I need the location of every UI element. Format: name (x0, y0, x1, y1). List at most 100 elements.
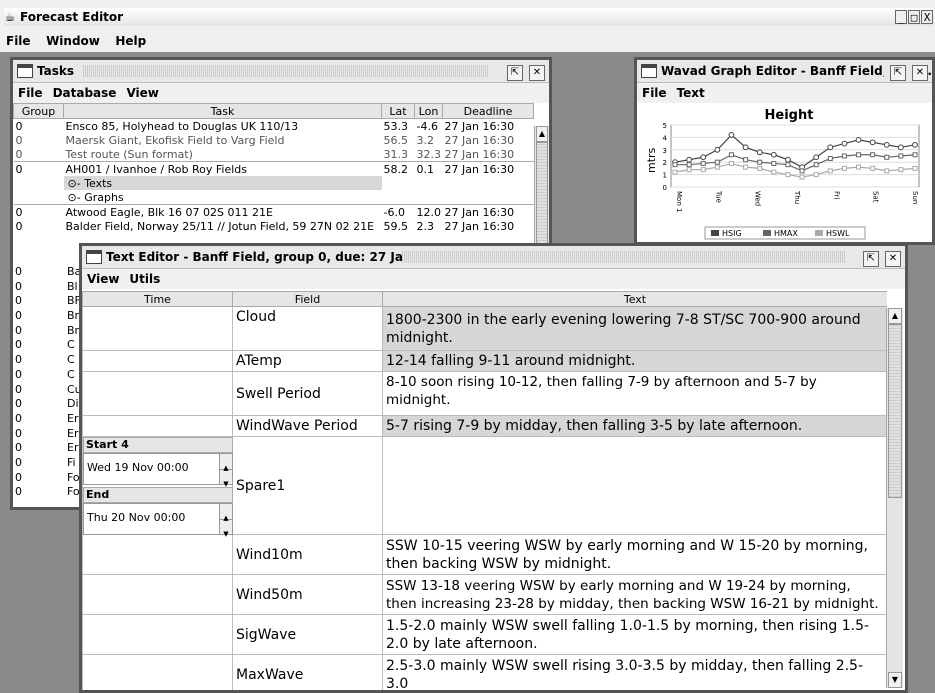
start-time-spinner[interactable]: Wed 19 Nov 00:00 ▲ ▼ (83, 453, 233, 488)
table-row[interactable]: WindWave Period 5-7 rising 7-9 by midday… (82, 415, 887, 437)
column-header-time[interactable]: Time (82, 291, 233, 307)
cell-task: Er (67, 411, 79, 425)
scroll-thumb[interactable] (888, 324, 902, 498)
truncated-row[interactable]: 0 BF (13, 294, 83, 309)
float-button[interactable]: ⇱ (863, 251, 879, 267)
y-tick-label: 3 (663, 147, 667, 155)
scroll-thumb[interactable] (536, 142, 548, 254)
cell-text[interactable]: 2.5-3.0 mainly WSW swell rising 3.0-3.5 … (382, 654, 887, 690)
text-editor-titlebar[interactable]: Text Editor - Banff Field, group 0, due:… (82, 246, 905, 269)
cell-group: 0 (15, 441, 22, 455)
graph-window: Wavad Graph Editor - Banff Field, grou..… (634, 57, 935, 245)
cell-group: 0 (15, 367, 22, 381)
te-menu-utils[interactable]: Utils (124, 269, 165, 289)
truncated-row[interactable]: 0 Er (13, 427, 83, 442)
table-row[interactable]: 0 Atwood Eagle, Blk 16 07 02S 011 21E -6… (13, 204, 534, 220)
y-tick-label: 4 (663, 134, 668, 142)
column-header-lat[interactable]: Lat (381, 103, 415, 119)
tasks-menu-file[interactable]: File (13, 83, 48, 103)
column-header-text[interactable]: Text (382, 291, 887, 307)
cell-text[interactable]: 1800-2300 in the early evening lowering … (382, 306, 887, 351)
truncated-row[interactable]: 0 Fo (13, 471, 83, 486)
menu-file[interactable]: File (0, 30, 37, 52)
float-button[interactable]: ⇱ (507, 65, 523, 81)
truncated-row[interactable]: 0 Di (13, 397, 83, 412)
close-window-button[interactable]: ✕ (885, 251, 901, 267)
truncated-row[interactable]: 0C (13, 338, 83, 353)
truncated-row[interactable]: 0 Ba (13, 265, 83, 280)
table-row[interactable]: Wind50m SSW 13-18 veering WSW by early m… (82, 574, 887, 615)
cell-text[interactable]: SSW 10-15 veering WSW by early morning a… (382, 534, 887, 575)
tree-node-graphs[interactable]: ⊙- Graphs (14, 190, 534, 205)
menu-help[interactable]: Help (109, 30, 152, 52)
spinner-arrows[interactable]: ▲ ▼ (219, 504, 232, 538)
cell-text[interactable]: SSW 13-18 veering WSW by early morning a… (382, 574, 887, 615)
truncated-row[interactable]: 0 Er (13, 412, 83, 427)
truncated-row[interactable]: 0 Fi (13, 456, 83, 471)
start-label: Start 4 (83, 437, 233, 453)
data-point (912, 165, 918, 171)
table-row[interactable]: 0 Maersk Giant, Ekofisk Field to Varg Fi… (14, 133, 534, 147)
graph-menu-file[interactable]: File (637, 83, 672, 103)
close-button[interactable]: X (921, 10, 933, 24)
cell-text[interactable] (382, 436, 887, 535)
table-row[interactable]: MaxWave 2.5-3.0 mainly WSW swell rising … (82, 654, 887, 690)
cell-group: 0 (15, 119, 23, 133)
cell-task: Di (67, 397, 79, 411)
truncated-row[interactable]: 0 Br (13, 324, 83, 339)
tree-node-texts[interactable]: ⊙- Texts (14, 176, 534, 190)
column-header-group[interactable]: Group (13, 103, 64, 119)
end-label: End (83, 487, 233, 503)
truncated-row[interactable]: 0 Bl (13, 280, 83, 295)
cell-lat: 31.3 (383, 147, 409, 161)
menu-window[interactable]: Window (40, 30, 106, 52)
cell-text[interactable]: 5-7 rising 7-9 by midday, then falling 3… (382, 415, 887, 437)
cell-task: Bl (67, 279, 78, 293)
scroll-up-arrow[interactable]: ▲ (536, 126, 548, 142)
cell-text[interactable]: 12-14 falling 9-11 around midnight. (382, 350, 887, 372)
table-row[interactable]: ATemp 12-14 falling 9-11 around midnight… (82, 350, 887, 372)
text-editor-scrollbar[interactable]: ▲ ▼ (886, 308, 903, 688)
end-time-spinner[interactable]: Thu 20 Nov 00:00 ▲ ▼ (83, 503, 233, 538)
table-row[interactable]: 0 Balder Field, Norway 25/11 // Jotun Fi… (14, 219, 534, 233)
table-row[interactable]: Cloud 1800-2300 in the early evening low… (82, 306, 887, 351)
table-row[interactable]: 0 AH001 / Ivanhoe / Rob Roy Fields 58.2 … (13, 161, 534, 177)
column-header-deadline[interactable]: Deadline (442, 103, 534, 119)
spinner-arrows[interactable]: ▲ ▼ (219, 454, 232, 488)
cell-text[interactable]: 8-10 soon rising 10-12, then falling 7-9… (382, 371, 887, 416)
column-header-task[interactable]: Task (63, 103, 382, 119)
window-controls: _ □ X (894, 10, 933, 25)
cell-text[interactable]: 1.5-2.0 mainly WSW swell falling 1.0-1.5… (382, 614, 887, 655)
truncated-row[interactable]: 0C (13, 368, 83, 383)
app-title-bar: ☕ Forecast Editor (4, 8, 934, 26)
table-row[interactable]: SigWave 1.5-2.0 mainly WSW swell falling… (82, 614, 887, 655)
table-row[interactable]: 0 Ensco 85, Holyhead to Douglas UK 110/1… (14, 119, 534, 134)
truncated-row[interactable]: 0C (13, 353, 83, 368)
table-row[interactable]: Wind10m SSW 10-15 veering WSW by early m… (82, 534, 887, 575)
table-row[interactable]: Swell Period 8-10 soon rising 10-12, the… (82, 371, 887, 416)
cell-lat: 53.3 (383, 119, 409, 133)
scroll-up-arrow[interactable]: ▲ (888, 308, 902, 324)
truncated-row[interactable]: 0 Cu (13, 383, 83, 398)
cell-time (82, 350, 233, 372)
close-window-button[interactable]: ✕ (529, 65, 545, 81)
minimize-button[interactable]: _ (895, 10, 907, 24)
maximize-button[interactable]: □ (908, 10, 920, 24)
graph-menu-text[interactable]: Text (672, 83, 710, 103)
column-header-field[interactable]: Field (232, 291, 383, 307)
truncated-row[interactable]: 0 Br (13, 309, 83, 324)
data-point (884, 168, 890, 174)
column-header-lon[interactable]: Lon (414, 103, 443, 119)
truncated-row[interactable]: 0 Er (13, 441, 83, 456)
tasks-menu-view[interactable]: View (121, 83, 163, 103)
float-button[interactable]: ⇱ (890, 65, 906, 81)
truncated-row[interactable]: 0 Fo (13, 485, 83, 500)
graph-titlebar[interactable]: Wavad Graph Editor - Banff Field, grou..… (637, 60, 932, 83)
table-row[interactable]: 0 Test route (Sun format) 31.3 32.3 27 J… (14, 147, 534, 162)
data-point (912, 141, 918, 148)
te-menu-view[interactable]: View (82, 269, 124, 289)
close-window-button[interactable]: ✕ (912, 65, 928, 81)
scroll-down-arrow[interactable]: ▼ (888, 672, 902, 688)
tasks-titlebar[interactable]: Tasks ⇱ ✕ (13, 60, 549, 83)
tasks-menu-database[interactable]: Database (48, 83, 122, 103)
